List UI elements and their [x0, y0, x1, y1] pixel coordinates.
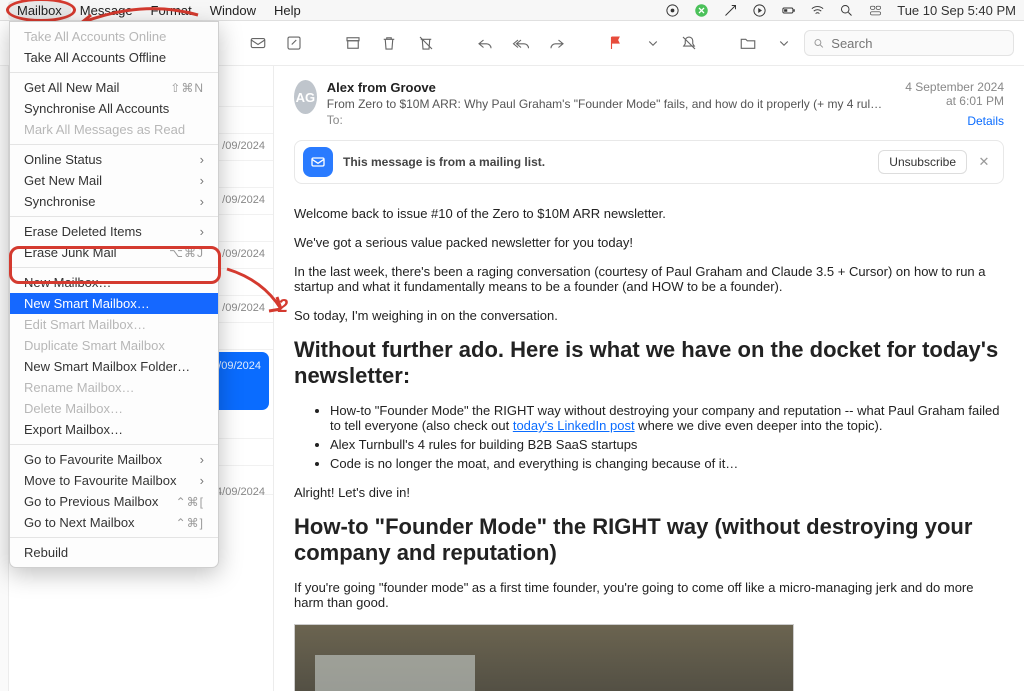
move-button[interactable] — [732, 28, 764, 58]
delete-button[interactable] — [373, 28, 405, 58]
body-heading: Without further ado. Here is what we hav… — [294, 337, 1004, 389]
body-heading: How-to "Founder Mode" the RIGHT way (wit… — [294, 514, 1004, 566]
menu-item-erase-deleted-items[interactable]: Erase Deleted Items› — [10, 221, 218, 242]
spotlight-icon[interactable] — [839, 3, 854, 18]
menu-item-duplicate-smart-mailbox: Duplicate Smart Mailbox — [10, 335, 218, 356]
menu-item-online-status[interactable]: Online Status› — [10, 149, 218, 170]
play-icon — [752, 3, 767, 18]
mailbox-sidebar — [0, 66, 9, 691]
body-paragraph: Welcome back to issue #10 of the Zero to… — [294, 206, 1004, 221]
linkedin-post-link[interactable]: today's LinkedIn post — [513, 418, 635, 433]
menu-item-take-all-accounts-online: Take All Accounts Online — [10, 26, 218, 47]
search-icon — [813, 37, 825, 50]
archive-button[interactable] — [337, 28, 369, 58]
body-paragraph: So today, I'm weighing in on the convers… — [294, 308, 1004, 323]
compose-button[interactable] — [242, 28, 274, 58]
mute-button[interactable] — [673, 28, 705, 58]
mailbox-menu-dropdown: Take All Accounts OnlineTake All Account… — [9, 21, 219, 568]
move-menu-button[interactable] — [768, 28, 800, 58]
menu-item-new-mailbox[interactable]: New Mailbox… — [10, 272, 218, 293]
body-paragraph: Alright! Let's dive in! — [294, 485, 1004, 500]
dismiss-bar-icon[interactable]: ✕ — [973, 151, 995, 173]
menu-item-edit-smart-mailbox: Edit Smart Mailbox… — [10, 314, 218, 335]
body-list: How-to "Founder Mode" the RIGHT way with… — [330, 403, 1004, 471]
menu-item-new-smart-mailbox[interactable]: New Smart Mailbox… — [10, 293, 218, 314]
forward-button[interactable] — [541, 28, 573, 58]
system-menubar: Mailbox Message Format Window Help Tue 1… — [0, 0, 1024, 21]
menu-item-get-all-new-mail[interactable]: Get All New Mail⇧⌘N — [10, 77, 218, 98]
control-center-icon[interactable] — [868, 3, 883, 18]
menubar-message[interactable]: Message — [71, 1, 142, 20]
message-header: AG Alex from Groove From Zero to $10M AR… — [294, 80, 1004, 128]
menu-item-synchronise[interactable]: Synchronise› — [10, 191, 218, 212]
message-date: 4 September 2024 at 6:01 PM — [897, 80, 1004, 108]
embedded-image — [294, 624, 794, 691]
wifi-icon — [810, 3, 825, 18]
menu-item-delete-mailbox: Delete Mailbox… — [10, 398, 218, 419]
body-paragraph: In the last week, there's been a raging … — [294, 264, 1004, 294]
menu-item-move-to-favourite-mailbox[interactable]: Move to Favourite Mailbox› — [10, 470, 218, 491]
menu-item-take-all-accounts-offline[interactable]: Take All Accounts Offline — [10, 47, 218, 68]
reply-button[interactable] — [469, 28, 501, 58]
menubar-status-area: Tue 10 Sep 5:40 PM — [665, 3, 1016, 18]
menu-item-go-to-favourite-mailbox[interactable]: Go to Favourite Mailbox› — [10, 449, 218, 470]
menubar-mailbox[interactable]: Mailbox — [8, 1, 71, 20]
message-body: Welcome back to issue #10 of the Zero to… — [294, 206, 1004, 691]
menubar-clock: Tue 10 Sep 5:40 PM — [897, 3, 1016, 18]
body-list-item: Alex Turnbull's 4 rules for building B2B… — [330, 437, 1004, 452]
menu-item-erase-junk-mail[interactable]: Erase Junk Mail⌥⌘J — [10, 242, 218, 263]
tool-icon — [723, 3, 738, 18]
menu-item-go-to-next-mailbox[interactable]: Go to Next Mailbox⌃⌘] — [10, 512, 218, 533]
menu-item-new-smart-mailbox-folder[interactable]: New Smart Mailbox Folder… — [10, 356, 218, 377]
body-paragraph: We've got a serious value packed newslet… — [294, 235, 1004, 250]
reply-all-button[interactable] — [505, 28, 537, 58]
menu-item-export-mailbox[interactable]: Export Mailbox… — [10, 419, 218, 440]
menubar-window[interactable]: Window — [201, 1, 265, 20]
unsubscribe-button[interactable]: Unsubscribe — [878, 150, 967, 174]
menu-item-mark-all-messages-as-read: Mark All Messages as Read — [10, 119, 218, 140]
body-list-item: Code is no longer the moat, and everythi… — [330, 456, 1004, 471]
search-input[interactable] — [831, 36, 1005, 51]
battery-icon — [781, 3, 796, 18]
search-field[interactable] — [804, 30, 1014, 56]
to-label: To: — [327, 113, 887, 127]
menu-item-rename-mailbox: Rename Mailbox… — [10, 377, 218, 398]
app-icon — [694, 3, 709, 18]
edit-button[interactable] — [278, 28, 310, 58]
sender-name: Alex from Groove — [327, 80, 887, 95]
flag-menu-button[interactable] — [637, 28, 669, 58]
mailing-list-text: This message is from a mailing list. — [343, 155, 545, 169]
message-subject: From Zero to $10M ARR: Why Paul Graham's… — [327, 97, 887, 111]
menu-item-synchronise-all-accounts[interactable]: Synchronise All Accounts — [10, 98, 218, 119]
junk-button[interactable] — [409, 28, 441, 58]
mailing-list-icon — [303, 147, 333, 177]
mailing-list-bar: This message is from a mailing list. Uns… — [294, 140, 1004, 184]
sender-avatar: AG — [294, 80, 317, 114]
body-paragraph: If you're going "founder mode" as a firs… — [294, 580, 1004, 610]
details-link[interactable]: Details — [967, 114, 1004, 128]
body-list-item: How-to "Founder Mode" the RIGHT way with… — [330, 403, 1004, 433]
menu-item-rebuild[interactable]: Rebuild — [10, 542, 218, 563]
message-reader[interactable]: AG Alex from Groove From Zero to $10M AR… — [274, 66, 1024, 691]
menubar-help[interactable]: Help — [265, 1, 310, 20]
flag-button[interactable] — [600, 28, 632, 58]
annotation-label-2: 2 — [278, 296, 288, 317]
status-icon — [665, 3, 680, 18]
menu-item-get-new-mail[interactable]: Get New Mail› — [10, 170, 218, 191]
menu-item-go-to-previous-mailbox[interactable]: Go to Previous Mailbox⌃⌘[ — [10, 491, 218, 512]
menubar-format[interactable]: Format — [142, 1, 201, 20]
